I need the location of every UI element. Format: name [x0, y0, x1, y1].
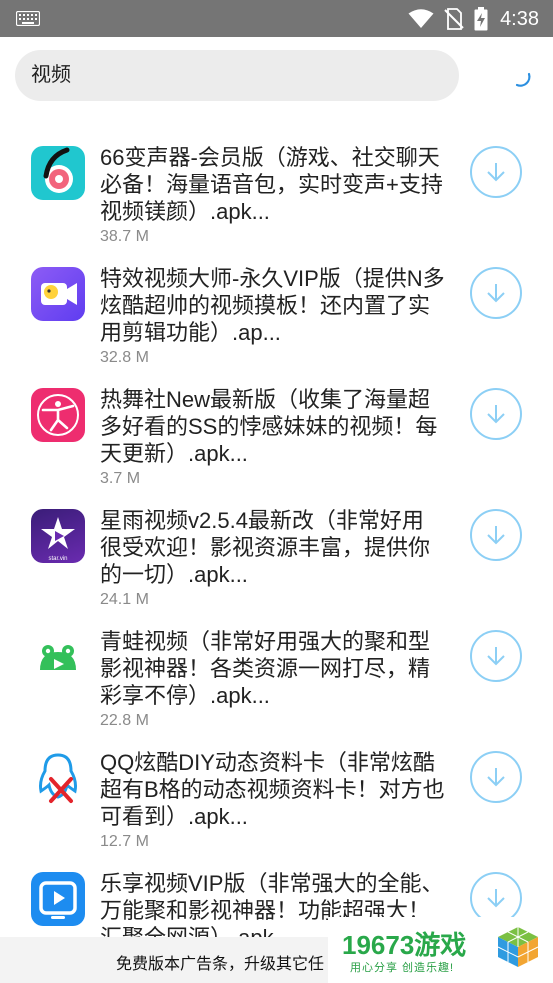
app-title: 热舞社New最新版（收集了海量超 多好看的SS的悖感妹妹的视频！每 天更新）.a…: [100, 387, 438, 466]
download-button[interactable]: [470, 509, 522, 561]
download-button[interactable]: [470, 267, 522, 319]
brand-slogan: 用心分享 创造乐趣!: [350, 962, 455, 974]
app-title: 星雨视频v2.5.4最新改（非常好用 很受欢迎！影视资源丰富，提供你 的一切）.…: [100, 508, 431, 587]
video-master-icon: [31, 267, 85, 321]
keyboard-icon: [16, 11, 40, 26]
qq-penguin-icon: [31, 751, 85, 805]
frog-icon: [31, 630, 85, 684]
download-arrow-icon: [487, 163, 505, 182]
download-arrow-icon: [487, 647, 505, 666]
icon-caption: star.vin: [48, 556, 67, 562]
download-button[interactable]: [470, 630, 522, 682]
download-button[interactable]: [470, 146, 522, 198]
dancer-icon: [31, 388, 85, 442]
download-arrow-icon: [487, 768, 505, 787]
play-screen-icon: [31, 872, 85, 926]
download-arrow-icon: [487, 284, 505, 303]
download-button[interactable]: [470, 388, 522, 440]
list-item[interactable]: QQ炫酷DIY动态资料卡（非常炫酷 超有B格的动态视频资料卡！对方也 可看到）.…: [0, 725, 553, 850]
star-rain-icon: star.vin: [31, 509, 85, 563]
clock: 4:38: [500, 7, 539, 30]
app-title: QQ炫酷DIY动态资料卡（非常炫酷 超有B格的动态视频资料卡！对方也 可看到）.…: [100, 750, 445, 829]
download-arrow-icon: [487, 526, 505, 545]
watermark-logo: 19673游戏 用心分享 创造乐趣!: [328, 917, 553, 983]
wifi-icon: [408, 9, 434, 28]
brand-name: 19673游戏: [342, 930, 467, 960]
list-item[interactable]: 热舞社New最新版（收集了海量超 多好看的SS的悖感妹妹的视频！每 天更新）.a…: [0, 362, 553, 487]
ad-text: 免费版本广告条，升级其它任: [116, 956, 325, 973]
download-arrow-icon: [487, 889, 505, 908]
no-sim-icon: [444, 8, 464, 30]
app-title: 66变声器-会员版（游戏、社交聊天 必备！海量语音包，实时变声+支持 视频镁颜）…: [100, 145, 443, 224]
app-title: 特效视频大师-永久VIP版（提供N多 炫酷超帅的视频摸板！还内置了实 用剪辑功能…: [100, 266, 445, 345]
list-item[interactable]: star.vin 星雨视频v2.5.4最新改（非常好用 很受欢迎！影视资源丰富，…: [0, 483, 553, 608]
app-title: 青蛙视频（非常好用强大的聚和型 影视神器！各类资源一网打尽，精 彩享不停）.ap…: [100, 629, 431, 708]
list-item[interactable]: 特效视频大师-永久VIP版（提供N多 炫酷超帅的视频摸板！还内置了实 用剪辑功能…: [0, 241, 553, 366]
loading-spinner-icon: [515, 72, 531, 87]
download-button[interactable]: [470, 751, 522, 803]
list-item[interactable]: 青蛙视频（非常好用强大的聚和型 影视神器！各类资源一网打尽，精 彩享不停）.ap…: [0, 604, 553, 729]
battery-charging-icon: [474, 7, 488, 31]
search-input[interactable]: 视频: [15, 50, 459, 101]
download-arrow-icon: [487, 405, 505, 424]
cube-logo-icon: [497, 927, 539, 967]
list-item[interactable]: 66变声器-会员版（游戏、社交聊天 必备！海量语音包，实时变声+支持 视频镁颜）…: [0, 120, 553, 245]
status-bar: 4:38: [0, 0, 553, 37]
voice-changer-66-icon: [31, 146, 85, 200]
